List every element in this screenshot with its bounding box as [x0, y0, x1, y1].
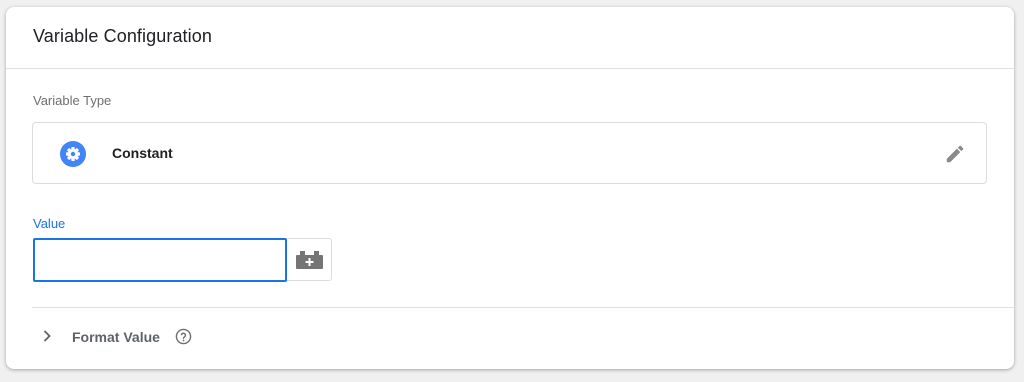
- pencil-icon[interactable]: [944, 143, 966, 165]
- card-header: Variable Configuration: [6, 7, 1014, 69]
- gear-icon: [60, 141, 86, 167]
- card-title: Variable Configuration: [33, 26, 212, 46]
- variable-type-name: Constant: [112, 145, 173, 161]
- help-circle-icon[interactable]: [175, 328, 192, 345]
- value-label: Value: [33, 216, 66, 231]
- chevron-right-icon: [40, 329, 54, 343]
- variable-configuration-card: Variable Configuration Variable Type Con…: [6, 7, 1014, 369]
- variable-type-label: Variable Type: [33, 93, 112, 108]
- format-value-label: Format Value: [72, 329, 160, 345]
- variable-type-selector[interactable]: Constant: [32, 122, 987, 184]
- section-divider: [32, 307, 1014, 308]
- value-input[interactable]: [33, 238, 287, 282]
- insert-variable-button[interactable]: [287, 238, 332, 281]
- format-value-toggle[interactable]: Format Value: [32, 319, 332, 355]
